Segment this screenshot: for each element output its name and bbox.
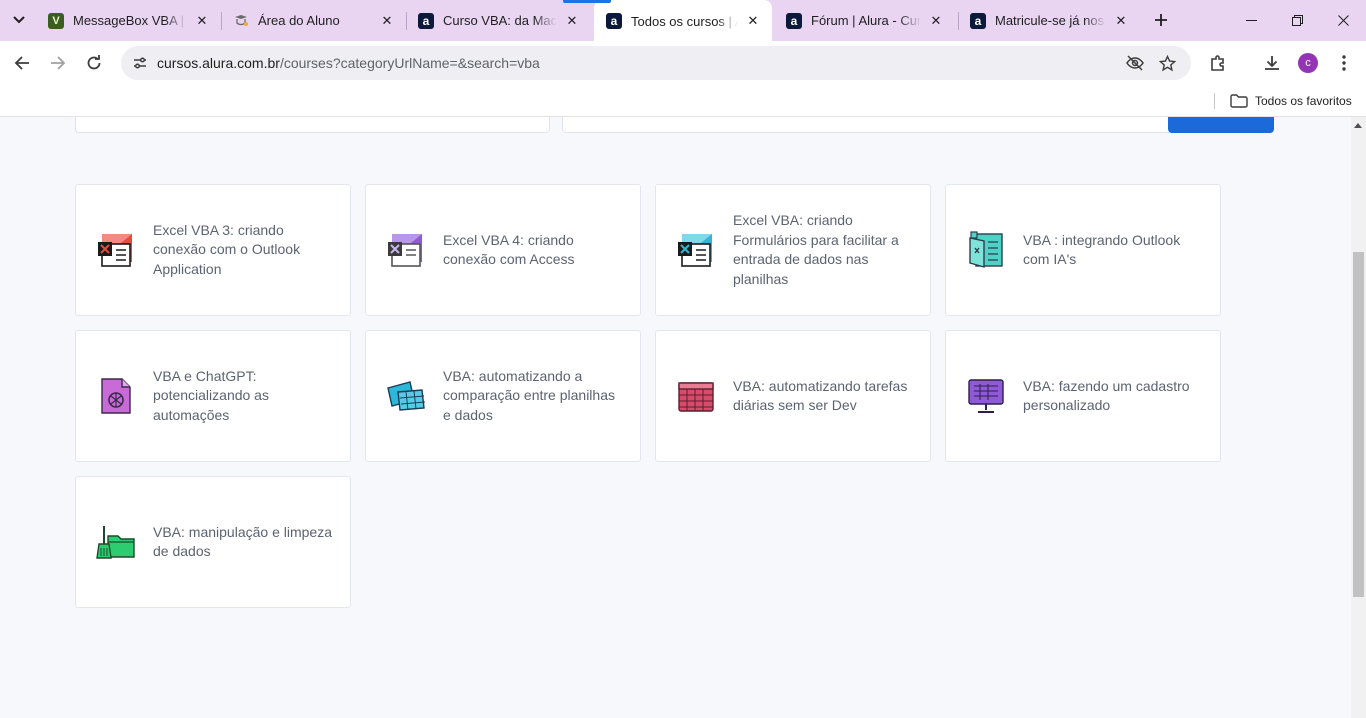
course-card[interactable]: VBA e ChatGPT: potencializando as automa… <box>75 330 351 462</box>
bookmarks-separator <box>1214 93 1215 109</box>
tab-area-do-aluno[interactable]: Área do Aluno ✕ <box>221 0 406 41</box>
course-card[interactable]: VBA : integrando Outlook com IA's <box>945 184 1221 316</box>
search-button[interactable] <box>1168 117 1274 133</box>
more-vert-icon <box>1342 55 1346 71</box>
star-icon[interactable] <box>1158 54 1176 72</box>
forward-button[interactable] <box>44 49 72 77</box>
alura-favicon: a <box>418 12 434 29</box>
alura-favicon: a <box>606 13 622 29</box>
close-icon[interactable]: ✕ <box>1112 12 1130 30</box>
category-select[interactable] <box>75 117 550 133</box>
close-icon[interactable]: ✕ <box>744 12 762 30</box>
search-input[interactable] <box>562 117 1172 133</box>
close-icon[interactable]: ✕ <box>193 12 211 30</box>
url-path: /courses?categoryUrlName=&search=vba <box>279 55 540 71</box>
monitor-form-icon <box>968 379 1004 413</box>
restore-button[interactable] <box>1274 0 1320 41</box>
scroll-up-arrow[interactable] <box>1354 123 1362 128</box>
minimize-button[interactable] <box>1228 0 1274 41</box>
calendar-grid-icon <box>678 382 714 412</box>
address-bar[interactable]: cursos.alura.com.br/courses?categoryUrlN… <box>121 46 1191 80</box>
course-card[interactable]: VBA: automatizando tarefas diárias sem s… <box>655 330 931 462</box>
tab-title: MessageBox VBA | Su <box>73 13 187 28</box>
all-bookmarks-label: Todos os favoritos <box>1255 94 1352 108</box>
tab-search-button[interactable] <box>6 7 32 33</box>
tab-forum-alura[interactable]: a Fórum | Alura - Curso ✕ <box>774 0 955 41</box>
tab-matricule-se[interactable]: a Matricule-se já nos cu ✕ <box>958 0 1140 41</box>
course-title: Excel VBA 4: criando conexão com Access <box>443 231 575 268</box>
chevron-down-icon <box>13 16 25 24</box>
scroll-thumb[interactable] <box>1353 252 1364 597</box>
course-card[interactable]: VBA: manipulação e limpeza de dados <box>75 476 351 608</box>
url-host: cursos.alura.com.br <box>157 55 280 71</box>
browser-toolbar: cursos.alura.com.br/courses?categoryUrlN… <box>0 41 1366 85</box>
course-title: VBA : integrando Outlook com IA's <box>1023 231 1181 268</box>
browser-tabstrip: V MessageBox VBA | Su ✕ Área do Aluno ✕ … <box>0 0 1366 42</box>
close-icon[interactable]: ✕ <box>927 12 945 30</box>
alura-favicon: a <box>786 12 802 29</box>
course-title: VBA: manipulação e limpeza de dados <box>153 523 332 560</box>
profile-button[interactable]: c <box>1296 51 1320 75</box>
alura-student-favicon <box>233 13 249 29</box>
course-card[interactable]: VBA: automatizando a comparação entre pl… <box>365 330 641 462</box>
site-info-icon[interactable] <box>131 54 149 72</box>
arrow-right-icon <box>51 56 66 70</box>
outlook-ai-icon <box>969 231 1003 268</box>
page-viewport: Excel VBA 3: criando conexão com o Outlo… <box>0 117 1351 718</box>
tab-title: Curso VBA: da Macro <box>443 13 557 28</box>
course-title: Excel VBA 3: criando conexão com o Outlo… <box>153 221 301 277</box>
download-icon[interactable] <box>1260 51 1284 75</box>
course-title: VBA: fazendo um cadastro personalizado <box>1023 377 1190 414</box>
plus-icon <box>1155 14 1167 26</box>
course-title: VBA e ChatGPT: potencializando as automa… <box>153 367 269 423</box>
tab-title: Fórum | Alura - Curso <box>811 13 921 28</box>
course-title: VBA: automatizando tarefas diárias sem s… <box>733 377 908 414</box>
course-card[interactable]: Excel VBA: criando Formulários para faci… <box>655 184 931 316</box>
bookmarks-bar: Todos os favoritos <box>0 85 1366 117</box>
excel-forms-icon <box>678 234 712 267</box>
tab-title: Matricule-se já nos cu <box>995 13 1106 28</box>
spreadsheets-compare-icon <box>387 381 426 411</box>
course-title: Excel VBA: criando Formulários para faci… <box>733 212 899 287</box>
page-scrollbar[interactable] <box>1351 117 1366 718</box>
arrow-left-icon <box>14 56 29 70</box>
course-card[interactable]: Excel VBA 3: criando conexão com o Outlo… <box>75 184 351 316</box>
browser-menu-button[interactable] <box>1332 51 1356 75</box>
eye-off-icon[interactable] <box>1126 54 1144 72</box>
extensions-icon[interactable] <box>1206 51 1230 75</box>
folder-icon <box>1230 94 1248 108</box>
avatar: c <box>1298 53 1318 73</box>
close-window-button[interactable] <box>1320 0 1366 41</box>
tab-title: Área do Aluno <box>258 13 340 28</box>
close-icon <box>1337 15 1349 26</box>
reload-button[interactable] <box>80 49 108 77</box>
tab-todos-os-cursos[interactable]: a Todos os cursos | Alu ✕ <box>594 0 772 42</box>
chatgpt-document-icon <box>101 378 131 414</box>
restore-icon <box>1291 15 1303 26</box>
all-bookmarks-folder[interactable]: Todos os favoritos <box>1230 91 1352 111</box>
back-button[interactable] <box>8 49 36 77</box>
broom-folder-icon <box>96 526 135 559</box>
excel-access-icon <box>388 234 422 267</box>
course-card[interactable]: VBA: fazendo um cadastro personalizado <box>945 330 1221 462</box>
tab-curso-vba[interactable]: a Curso VBA: da Macro ✕ <box>406 0 591 41</box>
tab-title: Todos os cursos | Alu <box>631 13 738 29</box>
tab-loading-indicator <box>563 0 611 3</box>
course-card[interactable]: Excel VBA 4: criando conexão com Access <box>365 184 641 316</box>
url-text: cursos.alura.com.br/courses?categoryUrlN… <box>157 55 540 71</box>
alura-favicon: a <box>970 12 986 29</box>
close-icon[interactable]: ✕ <box>563 12 581 30</box>
course-title: VBA: automatizando a comparação entre pl… <box>443 367 615 423</box>
new-tab-button[interactable] <box>1148 7 1174 33</box>
messagebox-favicon: V <box>48 12 64 29</box>
tab-messagebox-vba[interactable]: V MessageBox VBA | Su ✕ <box>36 0 221 41</box>
minimize-icon <box>1245 20 1257 21</box>
excel-outlook-icon <box>98 234 132 267</box>
reload-icon <box>87 55 101 70</box>
close-icon[interactable]: ✕ <box>378 12 396 30</box>
